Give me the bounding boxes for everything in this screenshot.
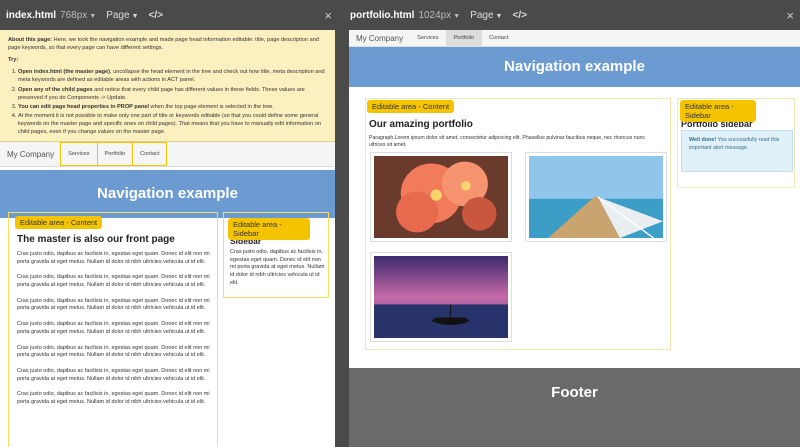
note-try: Try: xyxy=(8,56,327,64)
right-editable-content-label[interactable]: Editable area - Content xyxy=(367,100,455,113)
right-nav-services[interactable]: Services xyxy=(409,30,446,46)
success-alert: Well done! You successfully read this im… xyxy=(681,130,793,172)
flower-image xyxy=(374,156,508,238)
caret-down-icon: ▼ xyxy=(453,12,461,20)
left-editable-sidebar-label[interactable]: Editable area - Sidebar xyxy=(228,218,310,240)
left-toolbar: index.html 768px ▼ Page ▼ </> × xyxy=(0,0,338,30)
caret-down-icon: ▼ xyxy=(495,12,503,20)
note-about-bold: About this page: xyxy=(8,37,53,43)
pier-photo xyxy=(525,152,667,242)
right-nav-portfolio[interactable]: Portfolio xyxy=(445,30,483,46)
left-page-preview: About this page: Here, we took the navig… xyxy=(0,30,335,447)
pier-image xyxy=(529,156,663,238)
code-icon[interactable]: </> xyxy=(512,10,526,21)
caret-down-icon: ▼ xyxy=(89,12,97,20)
paragraph: Cras justo odio, dapibus ac facilisis in… xyxy=(17,367,210,382)
left-width-label: 768px xyxy=(60,9,88,21)
paragraph: Cras justo odio, dapibus ac facilisis in… xyxy=(17,251,210,265)
left-editor-pane: index.html 768px ▼ Page ▼ </> × About this… xyxy=(0,0,338,447)
right-content-heading: Our amazing portfolio xyxy=(369,119,473,130)
note-list: Open index.html (the master page), uncol… xyxy=(18,68,327,136)
note-item: You can edit page head properties in PRO… xyxy=(18,103,327,111)
right-page-menu[interactable]: Page ▼ xyxy=(470,10,502,21)
paragraph: Cras justo odio, dapibus ac facilisis in… xyxy=(17,391,210,405)
caret-down-icon: ▼ xyxy=(131,12,139,20)
right-nav-brand[interactable]: My Company xyxy=(349,30,410,46)
note-about-text: Here, we took the navigation example and… xyxy=(8,37,319,52)
right-editable-sidebar-label[interactable]: Editable area - Sidebar xyxy=(680,100,756,122)
left-width-selector[interactable]: 768px ▼ xyxy=(60,10,96,21)
close-icon[interactable]: × xyxy=(786,8,794,23)
right-width-selector[interactable]: 1024px ▼ xyxy=(418,10,460,21)
right-footer: Footer xyxy=(349,368,800,447)
note-item: Open index.html (the master page), uncol… xyxy=(18,68,327,84)
close-icon[interactable]: × xyxy=(324,8,332,23)
code-icon[interactable]: </> xyxy=(149,10,163,21)
left-nav-services[interactable]: Services xyxy=(60,142,98,166)
left-hero: Navigation example xyxy=(0,170,335,218)
paragraph: Cras justo odio, dapibus ac facilisis in… xyxy=(17,297,210,312)
left-page-menu-label: Page xyxy=(106,9,130,21)
info-note: About this page: Here, we took the navig… xyxy=(0,30,335,142)
left-sidebar-text: Cras justo odio, dapibus ac facilisis in… xyxy=(230,249,325,286)
left-editable-content-label[interactable]: Editable area - Content xyxy=(15,216,103,229)
note-try-label: Try: xyxy=(8,57,19,64)
right-hero: Navigation example xyxy=(349,47,800,87)
boat-photo xyxy=(370,252,512,342)
flower-photo xyxy=(370,152,512,242)
left-nav-brand[interactable]: My Company xyxy=(0,142,61,166)
right-toolbar: portfolio.html 1024px ▼ Page ▼ </> × xyxy=(344,0,800,30)
left-content-area[interactable]: The master is also our front page Cras j… xyxy=(8,212,218,447)
note-item: Open any of the child pages and notice t… xyxy=(18,86,327,102)
paragraph: Cras justo odio, dapibus ac facilisis in… xyxy=(17,321,210,335)
right-editor-pane: portfolio.html 1024px ▼ Page ▼ </> × My Co… xyxy=(344,0,800,447)
paragraph: Cras justo odio, dapibus ac facilisis in… xyxy=(17,274,210,289)
note-item: At the moment it is not possible to make… xyxy=(18,112,327,136)
note-about: About this page: Here, we took the navig… xyxy=(8,36,327,52)
left-nav-contact[interactable]: Contact xyxy=(132,142,168,166)
boat-image xyxy=(374,256,508,338)
right-navbar: My Company Services Portfolio Contact xyxy=(349,30,800,47)
right-page-preview: My Company Services Portfolio Contact Na… xyxy=(349,30,800,447)
left-navbar: My Company Services Portfolio Contact xyxy=(0,142,335,167)
right-page-menu-label: Page xyxy=(470,9,494,21)
right-width-label: 1024px xyxy=(418,9,452,21)
right-content-paragraph: Paragraph.Lorem ipsum dolor sit amet, co… xyxy=(369,135,645,149)
right-filename[interactable]: portfolio.html xyxy=(350,10,414,21)
right-nav-contact[interactable]: Contact xyxy=(481,30,516,46)
alert-bold: Well done! xyxy=(689,137,717,143)
left-filename[interactable]: index.html xyxy=(6,10,56,21)
left-content-heading: The master is also our front page xyxy=(17,234,175,245)
left-nav-portfolio[interactable]: Portfolio xyxy=(96,142,134,166)
paragraph: Cras justo odio, dapibus ac facilisis in… xyxy=(17,344,210,359)
left-paragraphs: Cras justo odio, dapibus ac facilisis in… xyxy=(17,251,211,415)
left-page-menu[interactable]: Page ▼ xyxy=(106,10,138,21)
